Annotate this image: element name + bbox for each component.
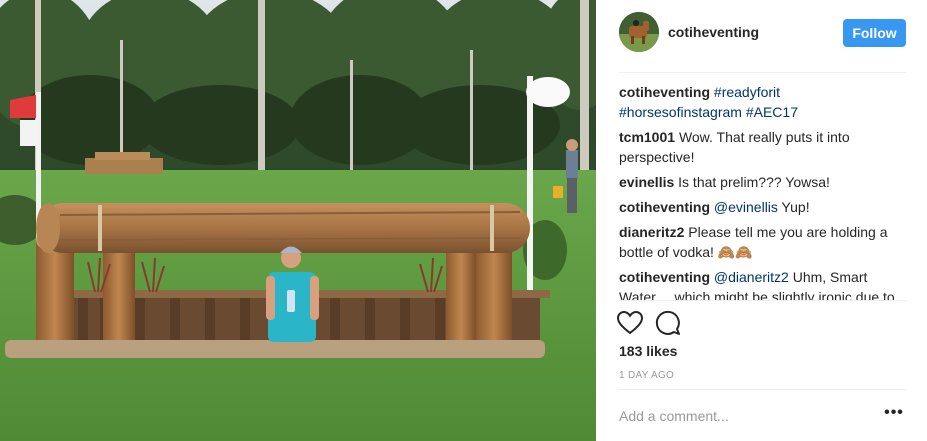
comment-list[interactable]: cotiheventing #readyforit #horsesofinsta… — [619, 82, 906, 300]
photo-jump-scene — [0, 0, 596, 441]
comment-text: Yup! — [777, 199, 810, 215]
speech-bubble-icon[interactable] — [653, 308, 683, 338]
post-timestamp[interactable]: 1 DAY AGO — [619, 370, 674, 381]
mention-link[interactable]: @dianeritz2 — [714, 269, 789, 285]
likes-count[interactable]: 183 likes — [619, 343, 677, 359]
avatar[interactable] — [619, 12, 659, 52]
mention-link[interactable]: @evinellis — [714, 199, 778, 215]
comment-item: evinellis Is that prelim??? Yowsa! — [619, 172, 906, 192]
comment-text: Is that prelim??? Yowsa! — [678, 174, 830, 190]
comment-item: tcm1001 Wow. That really puts it into pe… — [619, 127, 906, 167]
comment-username[interactable]: dianeritz2 — [619, 224, 684, 240]
hashtag-link[interactable]: #readyforit — [714, 84, 780, 100]
caption: cotiheventing #readyforit #horsesofinsta… — [619, 82, 906, 122]
follow-button[interactable]: Follow — [843, 19, 906, 47]
avatar-image — [619, 12, 659, 52]
post-header: cotiheventing Follow — [596, 0, 927, 72]
hashtag-link[interactable]: #AEC17 — [746, 104, 798, 120]
header-divider — [619, 72, 906, 73]
ellipsis-icon[interactable]: ••• — [882, 404, 906, 428]
comment-item: cotiheventing @dianeritz2 Uhm, Smart Wat… — [619, 267, 906, 300]
comment-username[interactable]: cotiheventing — [619, 199, 710, 215]
action-bar — [615, 308, 735, 338]
hashtag-link[interactable]: #horsesofinstagram — [619, 104, 742, 120]
heart-outline-icon[interactable] — [615, 308, 645, 338]
comment-username[interactable]: cotiheventing — [619, 269, 710, 285]
caption-username[interactable]: cotiheventing — [619, 84, 710, 100]
post-photo[interactable] — [0, 0, 596, 441]
comment-item: dianeritz2 Please tell me you are holdin… — [619, 222, 906, 262]
post-sidebar: cotiheventing Follow cotiheventing #read… — [596, 0, 927, 441]
instagram-post: cotiheventing Follow cotiheventing #read… — [0, 0, 927, 441]
post-username[interactable]: cotiheventing — [668, 24, 759, 40]
comment-input[interactable] — [619, 404, 869, 428]
comment-username[interactable]: tcm1001 — [619, 129, 675, 145]
comments-divider — [619, 300, 906, 301]
comment-item: cotiheventing @evinellis Yup! — [619, 197, 906, 217]
comment-username[interactable]: evinellis — [619, 174, 674, 190]
input-divider — [619, 389, 906, 390]
